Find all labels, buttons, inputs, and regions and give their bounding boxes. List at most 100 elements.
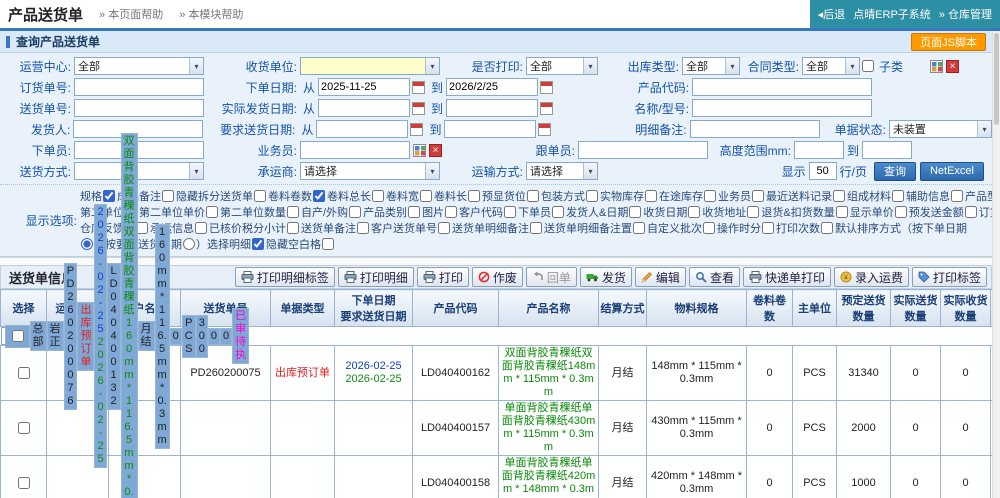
clear-icon[interactable]: ×: [429, 144, 442, 157]
order-date-from-input[interactable]: [318, 78, 410, 96]
row-select-checkbox[interactable]: [18, 422, 30, 434]
carrier-select[interactable]: 请选择▾: [300, 162, 440, 180]
column-header[interactable]: 预定送货数量: [837, 290, 891, 327]
display-option-checkbox[interactable]: [762, 222, 774, 234]
display-option[interactable]: 已核价税分小计: [209, 220, 300, 236]
back-link[interactable]: ◂后退: [818, 6, 846, 22]
void-button[interactable]: 作废: [472, 267, 523, 287]
column-header[interactable]: 单据类型: [271, 290, 335, 327]
display-option-checkbox[interactable]: [445, 206, 457, 218]
display-option-checkbox[interactable]: [195, 222, 207, 234]
column-header[interactable]: 物料规格: [647, 290, 747, 327]
receiver-combobox[interactable]: ▾: [300, 57, 440, 75]
display-option[interactable]: 第二单位数量: [220, 204, 300, 220]
display-option-checkbox[interactable]: [504, 206, 516, 218]
module-help-link[interactable]: » 本模块帮助: [179, 6, 243, 22]
display-option[interactable]: 操作时分: [717, 220, 775, 236]
salesman-input[interactable]: [300, 141, 410, 159]
merchandiser-input[interactable]: [578, 141, 708, 159]
display-option-checkbox[interactable]: [162, 190, 174, 202]
required-date-from-input[interactable]: [316, 120, 408, 138]
display-option[interactable]: 订货单&要求日期: [979, 204, 992, 220]
display-option-checkbox[interactable]: [703, 222, 715, 234]
display-option-checkbox[interactable]: [468, 190, 480, 202]
display-option[interactable]: 在途库存: [659, 188, 717, 204]
display-option-checkbox[interactable]: [527, 190, 539, 202]
column-header[interactable]: 下单日期 要求送货日期: [335, 290, 413, 327]
display-option[interactable]: 隐藏拆分送货单: [176, 188, 267, 204]
calendar-icon[interactable]: [412, 81, 425, 94]
display-option[interactable]: 仓库反馈量: [80, 220, 149, 236]
display-option[interactable]: 退货&扣货数量: [761, 204, 848, 220]
detail-remark-input[interactable]: [690, 120, 820, 138]
display-option-checkbox[interactable]: [438, 222, 450, 234]
table-row[interactable]: LD040400157单面背胶青稞纸单面背胶青稞纸430mm * 115mm *…: [1, 401, 1000, 456]
display-option[interactable]: 业务员: [718, 188, 765, 204]
table-row[interactable]: LD040400158单面背胶青稞纸单面背胶青稞纸420mm * 148mm *…: [1, 456, 1000, 498]
display-option-checkbox[interactable]: [586, 190, 598, 202]
sort-order-radio[interactable]: [183, 238, 195, 250]
display-option[interactable]: 最近送料记录: [766, 188, 846, 204]
display-option-checkbox[interactable]: [322, 238, 334, 250]
calendar-icon[interactable]: [410, 123, 423, 136]
calendar-icon[interactable]: [540, 81, 553, 94]
page-js-script-button[interactable]: 页面JS脚本: [911, 33, 986, 51]
display-option-checkbox[interactable]: [895, 206, 907, 218]
column-header[interactable]: 主单位: [793, 290, 837, 327]
column-header[interactable]: 产品名称: [499, 290, 599, 327]
operation-center-select[interactable]: 全部▾: [74, 57, 204, 75]
org-picker-icon[interactable]: [930, 60, 943, 73]
display-option[interactable]: 组成材料: [847, 188, 905, 204]
display-option-checkbox[interactable]: [951, 190, 963, 202]
display-option[interactable]: 产品类别: [363, 204, 421, 220]
sort-order-radio[interactable]: [81, 238, 93, 250]
display-option-checkbox[interactable]: [633, 222, 645, 234]
display-option[interactable]: 卷料卷数: [268, 188, 326, 204]
display-option[interactable]: 包装方式: [541, 188, 599, 204]
display-option[interactable]: 卷料长: [434, 188, 481, 204]
system-name-link[interactable]: 点晴ERP子系统: [853, 6, 931, 22]
display-option[interactable]: 辅助信息: [906, 188, 964, 204]
calendar-icon[interactable]: [538, 123, 551, 136]
contract-type-select[interactable]: 全部▾: [802, 57, 860, 75]
calendar-icon[interactable]: [412, 102, 425, 115]
display-option-checkbox[interactable]: [313, 190, 325, 202]
display-option[interactable]: 卷料总长: [327, 188, 385, 204]
display-option-checkbox[interactable]: [136, 222, 148, 234]
vertical-scrollbar[interactable]: [992, 31, 1000, 498]
page-help-link[interactable]: » 本页面帮助: [99, 6, 163, 22]
display-option-checkbox[interactable]: [372, 190, 384, 202]
display-option[interactable]: 预发送金额: [909, 204, 978, 220]
display-option-checkbox[interactable]: [357, 222, 369, 234]
display-option[interactable]: 隐藏空白格: [266, 236, 335, 252]
display-option[interactable]: 图片: [422, 204, 458, 220]
display-option-checkbox[interactable]: [836, 206, 848, 218]
delivery-no-input[interactable]: [74, 99, 204, 117]
print-detail-button[interactable]: 打印明细: [338, 267, 414, 287]
display-option-checkbox[interactable]: [688, 206, 700, 218]
display-option[interactable]: 发货人&日期: [566, 204, 642, 220]
transport-method-select[interactable]: 请选择▾: [526, 162, 598, 180]
display-option-checkbox[interactable]: [287, 206, 299, 218]
display-option[interactable]: 客户代码: [459, 204, 517, 220]
display-option-checkbox[interactable]: [530, 222, 542, 234]
search-button[interactable]: 查询: [874, 162, 916, 181]
display-option-checkbox[interactable]: [552, 206, 564, 218]
actual-ship-to-input[interactable]: [446, 99, 538, 117]
display-option[interactable]: 实物库存: [600, 188, 658, 204]
display-option-checkbox[interactable]: [833, 190, 845, 202]
display-option-checkbox[interactable]: [965, 206, 977, 218]
display-option-checkbox[interactable]: [287, 222, 299, 234]
display-option-checkbox[interactable]: [206, 206, 218, 218]
express-print-button[interactable]: 快递单打印: [743, 267, 831, 287]
display-option[interactable]: 送货单明细备注置: [544, 220, 646, 236]
display-option-checkbox[interactable]: [103, 190, 115, 202]
required-date-to-input[interactable]: [444, 120, 536, 138]
display-option[interactable]: 自定义批次: [647, 220, 716, 236]
column-header[interactable]: 产品代码: [413, 290, 499, 327]
display-option-checkbox[interactable]: [645, 190, 657, 202]
height-range-min-input[interactable]: [794, 141, 844, 159]
display-option[interactable]: 收货地址: [702, 204, 760, 220]
display-option[interactable]: 预显货位: [482, 188, 540, 204]
display-option[interactable]: 显示单价: [850, 204, 908, 220]
